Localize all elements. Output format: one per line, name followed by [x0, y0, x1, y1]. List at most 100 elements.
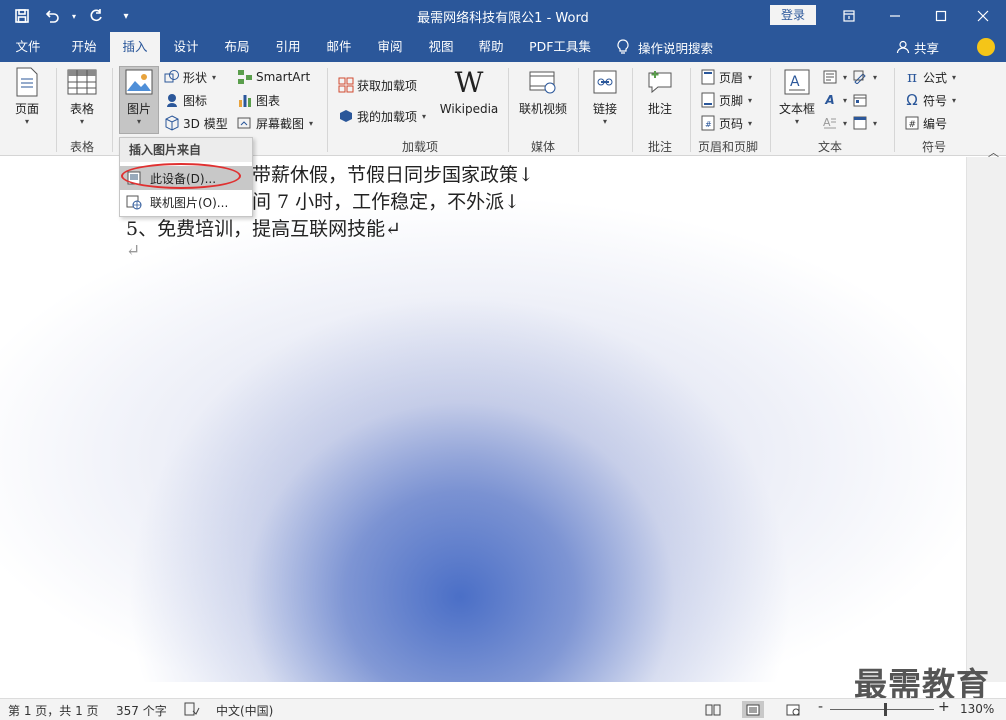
- proofing-icon[interactable]: [184, 702, 200, 719]
- chevron-down-icon: ▾: [748, 118, 753, 128]
- smartart-button[interactable]: SmartArt: [237, 67, 310, 87]
- tab-design[interactable]: 设计: [164, 32, 208, 62]
- store-icon: [338, 77, 354, 93]
- footer-label: 页脚: [719, 93, 744, 108]
- chevron-down-icon: ▾: [843, 118, 848, 128]
- document-line[interactable]: 带薪休假，节假日同步国家政策↓: [252, 160, 534, 187]
- vertical-scrollbar[interactable]: [966, 157, 1006, 682]
- tab-layout[interactable]: 布局: [214, 32, 260, 62]
- ribbon-display-options-icon[interactable]: [826, 0, 872, 32]
- page-number-icon: #: [700, 115, 716, 131]
- tab-pdf-tools[interactable]: PDF工具集: [522, 32, 598, 62]
- read-mode-icon[interactable]: [702, 701, 724, 718]
- highlight-ellipse: [121, 163, 241, 189]
- symbol-label: 符号: [923, 93, 948, 108]
- header-label: 页眉: [719, 70, 744, 85]
- header-button[interactable]: 页眉 ▾: [700, 67, 752, 87]
- login-button[interactable]: 登录: [770, 5, 816, 25]
- zoom-slider-thumb[interactable]: [884, 703, 887, 716]
- pictures-label: 图片: [126, 102, 151, 116]
- undo-icon[interactable]: [38, 4, 66, 28]
- tab-home[interactable]: 开始: [60, 32, 108, 62]
- date-time-button[interactable]: [852, 90, 868, 110]
- wordart-button[interactable]: A ▾: [822, 90, 847, 110]
- maximize-icon[interactable]: [918, 0, 964, 32]
- online-video-button[interactable]: 联机视频: [516, 66, 570, 117]
- tab-mailings[interactable]: 邮件: [316, 32, 362, 62]
- tell-me-label: 操作说明搜索: [638, 40, 714, 56]
- close-icon[interactable]: [960, 0, 1006, 32]
- document-line[interactable]: 间 7 小时，工作稳定，不外派↓: [252, 187, 520, 214]
- equation-button[interactable]: π 公式 ▾: [904, 67, 956, 87]
- print-layout-icon[interactable]: [742, 701, 764, 718]
- textbox-button[interactable]: A 文本框 ▾: [776, 66, 818, 127]
- pictures-button[interactable]: 图片 ▾: [120, 66, 158, 127]
- svg-text:#: #: [909, 120, 917, 130]
- text-group-label: 文本: [817, 140, 842, 154]
- drop-cap-icon: A: [822, 115, 838, 131]
- zoom-in-button[interactable]: +: [938, 699, 950, 715]
- svg-text:#: #: [705, 120, 712, 129]
- links-button[interactable]: 链接 ▾: [586, 66, 624, 127]
- my-addins-button[interactable]: 我的加载项 ▾: [338, 106, 426, 126]
- tab-help[interactable]: 帮助: [468, 32, 514, 62]
- tab-view[interactable]: 视图: [418, 32, 464, 62]
- comments-group-label: 批注: [647, 140, 672, 154]
- tab-review[interactable]: 审阅: [366, 32, 414, 62]
- comment-icon: [644, 66, 676, 98]
- chart-button[interactable]: 图表: [237, 90, 280, 110]
- web-layout-icon[interactable]: [782, 701, 804, 718]
- document-line[interactable]: 5、免费培训，提高互联网技能↵: [126, 214, 401, 241]
- tab-file[interactable]: 文件: [6, 32, 50, 62]
- chevron-down-icon: ▾: [748, 95, 753, 105]
- object-button[interactable]: ▾: [852, 113, 877, 133]
- page-number-button[interactable]: # 页码 ▾: [700, 113, 752, 133]
- symbol-button[interactable]: Ω 符号 ▾: [904, 90, 956, 110]
- number-button[interactable]: # 编号: [904, 113, 947, 133]
- group-separator: [112, 68, 113, 152]
- media-group-label: 媒体: [530, 140, 555, 154]
- group-separator: [894, 68, 895, 152]
- feedback-smiley-icon[interactable]: [977, 38, 995, 56]
- get-addins-button[interactable]: 获取加载项: [338, 75, 417, 95]
- document-canvas[interactable]: 带薪休假，节假日同步国家政策↓ 间 7 小时，工作稳定，不外派↓ 5、免费培训，…: [0, 157, 966, 682]
- tab-references[interactable]: 引用: [266, 32, 310, 62]
- wikipedia-button[interactable]: W Wikipedia: [438, 66, 500, 117]
- pages-button[interactable]: 页面 ▾: [10, 66, 44, 127]
- icons-label: 图标: [183, 93, 208, 108]
- footer-button[interactable]: 页脚 ▾: [700, 90, 752, 110]
- zoom-out-button[interactable]: -: [818, 699, 823, 715]
- customize-qat-icon[interactable]: ▾: [112, 4, 140, 28]
- online-pictures-menu-item[interactable]: 联机图片(O)...: [120, 190, 252, 214]
- screenshot-button[interactable]: 屏幕截图 ▾: [237, 113, 313, 133]
- chart-label: 图表: [256, 93, 281, 108]
- save-icon[interactable]: [8, 4, 36, 28]
- signature-line-button[interactable]: ▾: [852, 67, 877, 87]
- chevron-down-icon: ▾: [136, 117, 141, 126]
- table-icon: [66, 66, 98, 98]
- redo-icon[interactable]: [82, 4, 110, 28]
- chevron-down-icon: ▾: [843, 95, 848, 105]
- screenshot-label: 屏幕截图: [256, 116, 305, 131]
- zoom-level[interactable]: 130%: [960, 702, 994, 716]
- lightbulb-icon: [617, 39, 629, 54]
- zoom-slider-track[interactable]: [830, 709, 934, 710]
- undo-dropdown-icon[interactable]: ▾: [68, 4, 80, 28]
- pi-icon: π: [907, 68, 917, 86]
- word-count[interactable]: 357 个字: [116, 702, 167, 719]
- quick-access-toolbar: ▾ ▾: [8, 4, 140, 28]
- 3d-models-button[interactable]: 3D 模型: [164, 113, 228, 133]
- drop-cap-button[interactable]: A ▾: [822, 113, 847, 133]
- share-button[interactable]: 共享: [896, 32, 939, 62]
- language[interactable]: 中文(中国): [216, 702, 273, 719]
- shapes-button[interactable]: 形状 ▾: [164, 67, 216, 87]
- table-button[interactable]: 表格 ▾: [64, 66, 100, 127]
- quick-parts-button[interactable]: ▾: [822, 67, 847, 87]
- tell-me-search[interactable]: 操作说明搜索: [616, 32, 713, 62]
- tab-insert[interactable]: 插入: [110, 32, 160, 62]
- wikipedia-label: Wikipedia: [439, 102, 499, 116]
- minimize-icon[interactable]: [872, 0, 918, 32]
- icons-button[interactable]: 图标: [164, 90, 207, 110]
- page-count[interactable]: 第 1 页，共 1 页: [8, 702, 99, 719]
- comment-button[interactable]: 批注: [640, 66, 680, 117]
